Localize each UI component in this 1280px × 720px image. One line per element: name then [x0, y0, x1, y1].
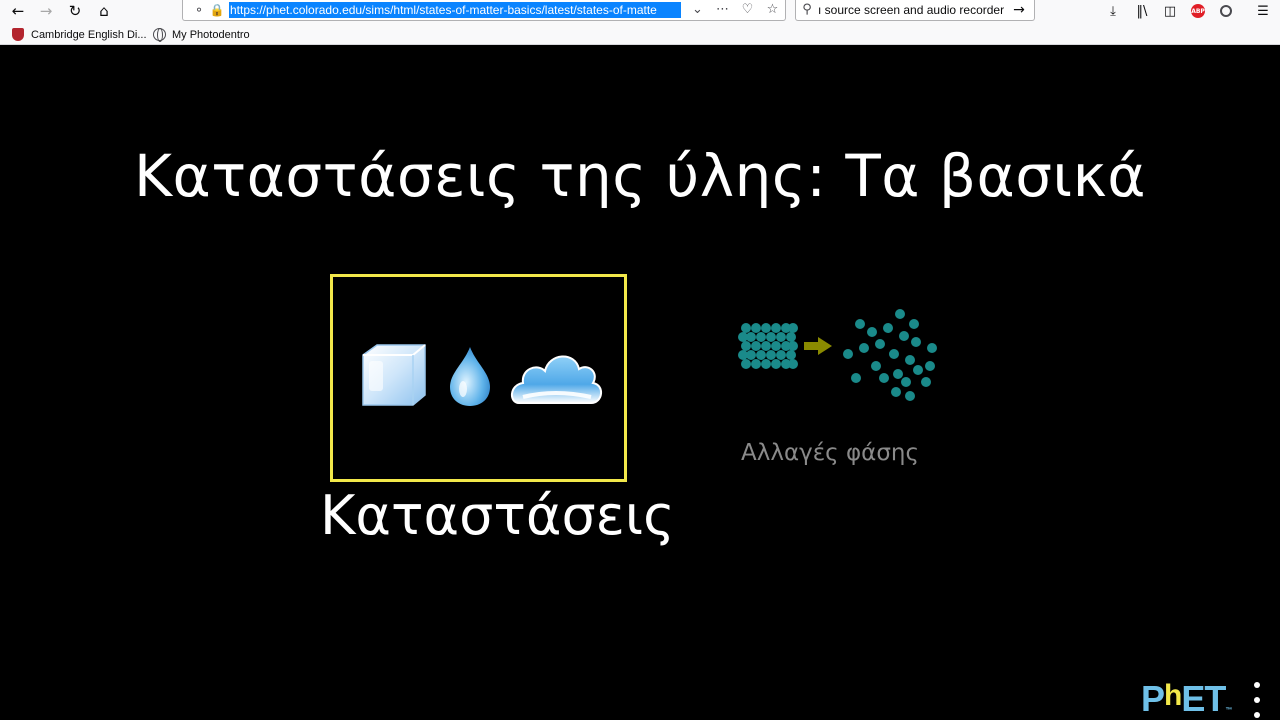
star-icon[interactable]: ☆	[760, 2, 785, 17]
lock-icon[interactable]: 🔒	[209, 2, 225, 18]
logo-letter: E	[1181, 678, 1205, 719]
search-icon: ⚲	[802, 2, 812, 17]
reload-icon[interactable]: ↻	[62, 0, 88, 22]
screen-button-states[interactable]	[330, 274, 627, 482]
url-text[interactable]: https://phet.colorado.edu/sims/html/stat…	[229, 1, 681, 18]
logo-letter: h	[1164, 679, 1182, 712]
hamburger-menu-icon[interactable]: ☰	[1250, 0, 1276, 22]
account-icon[interactable]	[1213, 0, 1239, 22]
phet-menu-button[interactable]	[1250, 682, 1264, 718]
globe-icon	[152, 28, 166, 42]
screen-label-states[interactable]: Καταστάσεις	[320, 484, 675, 547]
search-bar[interactable]: ⚲ ı source screen and audio recorder →	[795, 0, 1035, 21]
menu-dot	[1254, 697, 1260, 703]
cambridge-shield-icon	[11, 28, 25, 42]
home-icon[interactable]: ⌂	[91, 0, 117, 22]
search-input[interactable]: ı source screen and audio recorder	[818, 3, 1008, 17]
abp-label: ABP	[1191, 4, 1205, 18]
browser-toolbar: ← → ↻ ⌂ ⚬ 🔒 https://phet.colorado.edu/si…	[0, 0, 1280, 23]
water-drop-icon	[450, 347, 490, 406]
logo-letter: P	[1141, 678, 1165, 719]
phet-logo[interactable]: P h E T ™	[1141, 678, 1232, 719]
menu-dot	[1254, 712, 1260, 718]
shield-icon[interactable]: ⚬	[191, 2, 207, 18]
arrow-right-icon[interactable]: →	[1008, 2, 1030, 18]
sim-home-screen: Καταστάσεις της ύλης: Τα βασικά Καταστάσ…	[0, 46, 1280, 720]
states-icons	[362, 344, 602, 406]
ice-cube-icon	[362, 344, 426, 406]
pocket-icon[interactable]: ♡	[735, 2, 760, 17]
screen-button-phase-changes[interactable]	[736, 308, 946, 402]
bookmark-label: Cambridge English Di...	[31, 28, 147, 41]
bookmark-photodentro[interactable]: My Photodentro	[152, 26, 250, 43]
bookmark-label: My Photodentro	[172, 28, 250, 41]
back-arrow-icon[interactable]: ←	[5, 0, 31, 22]
bookmarks-bar: Cambridge English Di... My Photodentro	[0, 23, 1280, 45]
bookmark-cambridge[interactable]: Cambridge English Di...	[11, 26, 147, 43]
sidebar-icon[interactable]: ◫	[1157, 0, 1183, 22]
forward-arrow-icon[interactable]: →	[33, 0, 59, 22]
logo-letter: T	[1204, 678, 1226, 719]
cloud-icon	[511, 355, 602, 404]
library-icon[interactable]: ‖\	[1129, 0, 1155, 22]
arrow-right-icon	[804, 337, 832, 355]
chevron-down-icon[interactable]: ⌄	[685, 2, 710, 17]
more-dots-icon[interactable]: ⋯	[710, 2, 735, 17]
menu-dot	[1254, 682, 1260, 688]
logo-trademark: ™	[1225, 706, 1232, 714]
url-bar[interactable]: ⚬ 🔒 https://phet.colorado.edu/sims/html/…	[182, 0, 786, 21]
sim-title: Καταστάσεις της ύλης: Τα βασικά	[133, 142, 1146, 210]
screen-label-phase-changes[interactable]: Αλλαγές φάσης	[720, 440, 940, 466]
phase-change-molecules-icon	[738, 309, 937, 401]
abp-icon[interactable]: ABP	[1185, 0, 1211, 22]
download-icon[interactable]: ⤓	[1100, 0, 1126, 22]
